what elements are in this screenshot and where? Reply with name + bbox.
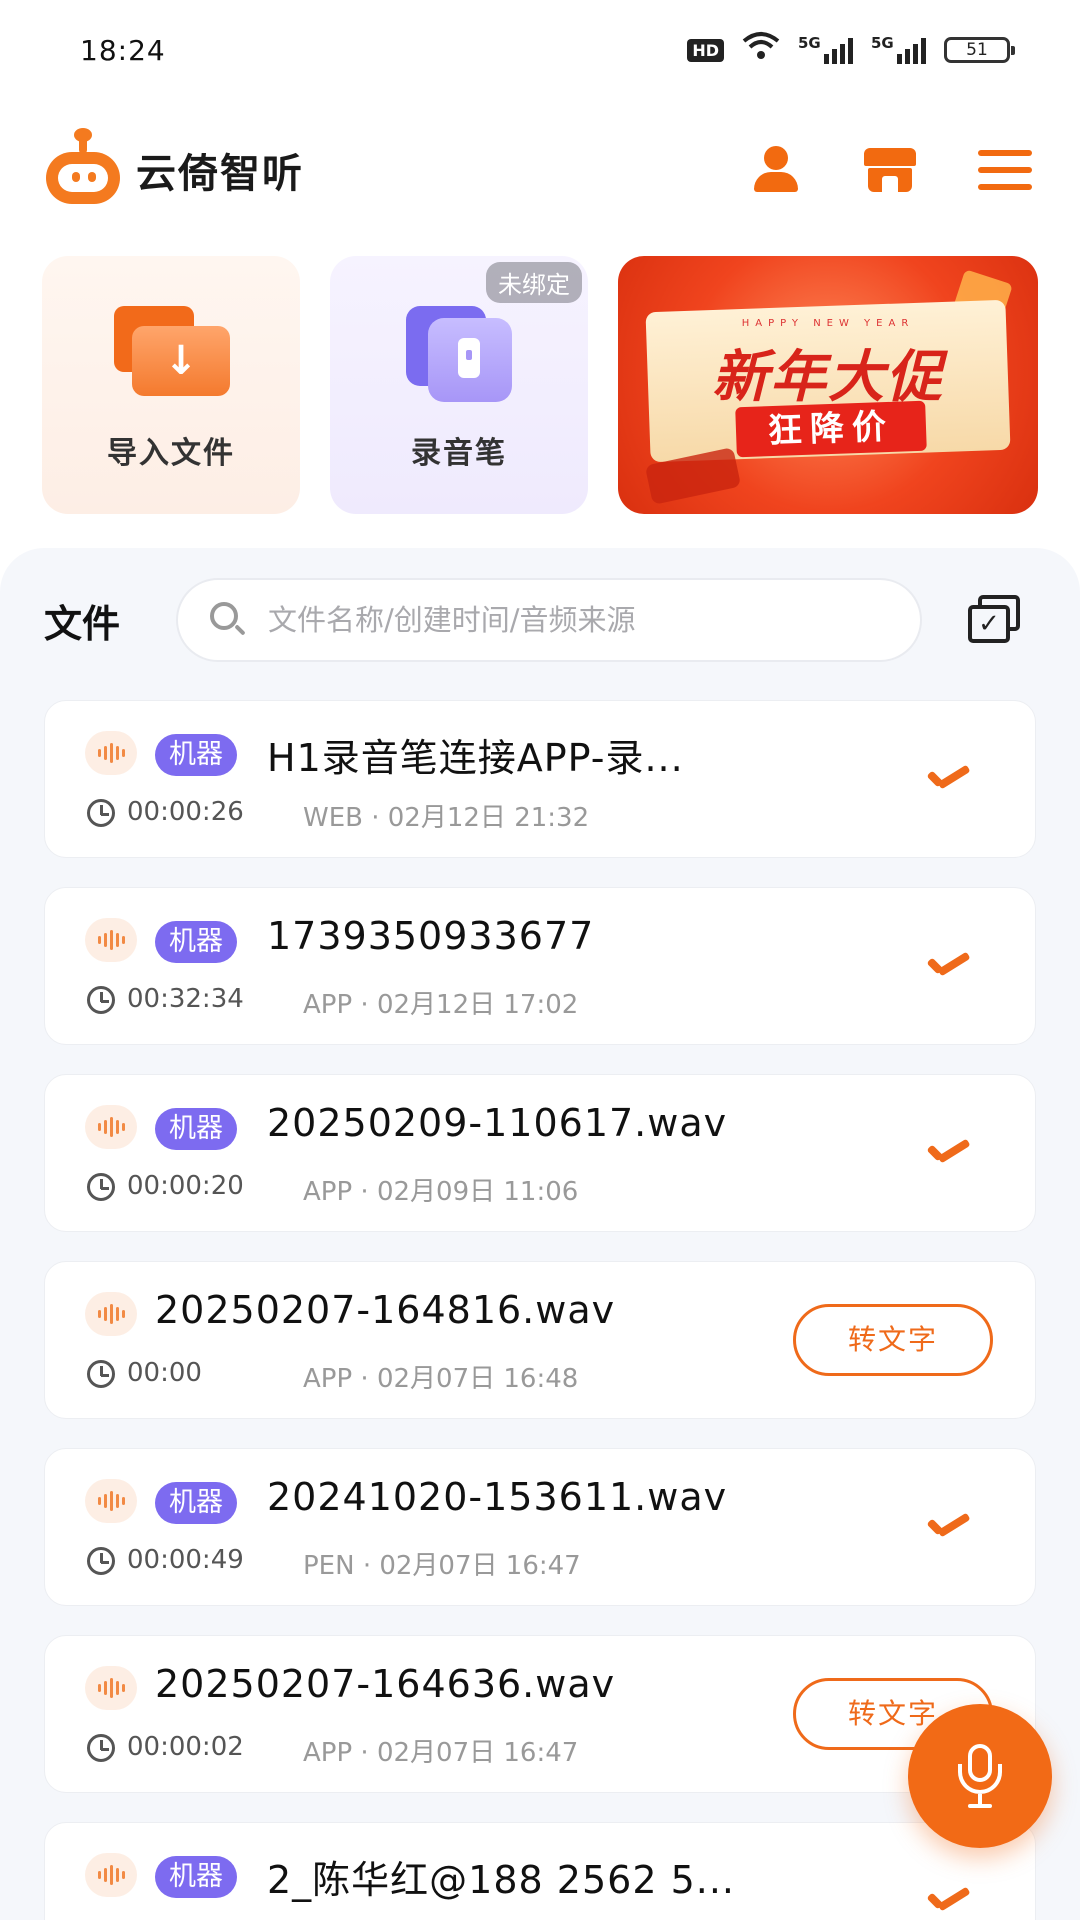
file-name: 20250209-110617.wav bbox=[267, 1101, 728, 1145]
store-icon[interactable] bbox=[862, 142, 918, 198]
record-button[interactable] bbox=[908, 1704, 1052, 1848]
file-name: 20241020-153611.wav bbox=[267, 1475, 728, 1519]
promo-title: 新年大促 bbox=[712, 345, 944, 410]
network-type-label: 5G bbox=[798, 34, 821, 52]
file-meta: APP · 02月07日 16:48 bbox=[303, 1364, 579, 1394]
check-icon bbox=[925, 1141, 971, 1167]
check-icon bbox=[925, 1515, 971, 1541]
network-type-label-2: 5G bbox=[871, 34, 894, 52]
status-time: 18:24 bbox=[80, 33, 166, 67]
brand: 云倚智听 bbox=[42, 128, 304, 210]
file-toolbar: 文件 ✓ bbox=[44, 578, 1034, 662]
file-meta: APP · 02月09日 11:06 bbox=[303, 1177, 579, 1207]
search-box[interactable] bbox=[176, 578, 922, 662]
file-card[interactable]: 20250207-164636.wav 00:00:02 APP · 02月07… bbox=[44, 1635, 1036, 1793]
clock-icon bbox=[87, 1360, 115, 1388]
app-header: 云倚智听 bbox=[0, 120, 1080, 220]
menu-icon[interactable] bbox=[976, 142, 1032, 198]
signal-icon-2: 5G bbox=[871, 34, 926, 64]
file-meta: APP · 02月07日 16:47 bbox=[303, 1738, 579, 1768]
audio-wave-icon bbox=[85, 731, 137, 775]
promo-subtitle: 狂降价 bbox=[735, 400, 927, 458]
signal-icon: 5G bbox=[798, 34, 853, 64]
file-card[interactable]: 机器 20250209-110617.wav 00:00:20 APP · 02… bbox=[44, 1074, 1036, 1232]
clock-icon bbox=[87, 1734, 115, 1762]
multi-select-icon[interactable]: ✓ bbox=[968, 595, 1022, 645]
check-icon bbox=[925, 1889, 971, 1915]
clock-icon bbox=[87, 986, 115, 1014]
machine-badge: 机器 bbox=[155, 734, 237, 776]
robot-logo-icon bbox=[42, 128, 124, 210]
hd-icon: HD bbox=[687, 38, 724, 62]
import-file-button[interactable]: ↓ 导入文件 bbox=[42, 256, 300, 514]
audio-wave-icon bbox=[85, 1853, 137, 1897]
microphone-icon bbox=[954, 1744, 1006, 1810]
search-icon bbox=[208, 600, 248, 640]
file-card[interactable]: 机器 H1录音笔连接APP-录... 00:00:26 WEB · 02月12日… bbox=[44, 700, 1036, 858]
status-icons: HD 5G 5G 51 bbox=[687, 31, 1015, 69]
folder-download-icon: ↓ bbox=[114, 306, 230, 396]
promo-banner[interactable]: HAPPY NEW YEAR 新年大促 狂降价 bbox=[618, 256, 1038, 514]
machine-badge: 机器 bbox=[155, 1482, 237, 1524]
file-name: H1录音笔连接APP-录... bbox=[267, 736, 684, 780]
file-duration: 00:00:20 bbox=[127, 1171, 244, 1201]
recorder-pen-label: 录音笔 bbox=[411, 436, 507, 471]
recorder-pen-icon bbox=[406, 306, 516, 402]
file-name: 1739350933677 bbox=[267, 914, 595, 958]
file-card[interactable]: 机器 2_陈华红@188 2562 5... bbox=[44, 1822, 1036, 1920]
audio-wave-icon bbox=[85, 1666, 137, 1710]
recorder-pen-button[interactable]: 未绑定 录音笔 bbox=[330, 256, 588, 514]
audio-wave-icon bbox=[85, 1105, 137, 1149]
search-input[interactable] bbox=[268, 603, 828, 637]
wifi-icon bbox=[742, 31, 780, 69]
file-card[interactable]: 20250207-164816.wav 00:00 APP · 02月07日 1… bbox=[44, 1261, 1036, 1419]
file-name: 2_陈华红@188 2562 5... bbox=[267, 1858, 735, 1902]
audio-wave-icon bbox=[85, 1292, 137, 1336]
file-card[interactable]: 机器 20241020-153611.wav 00:00:49 PEN · 02… bbox=[44, 1448, 1036, 1606]
file-name: 20250207-164636.wav bbox=[155, 1662, 616, 1706]
file-duration: 00:00:02 bbox=[127, 1732, 244, 1762]
check-icon bbox=[925, 767, 971, 793]
app-name: 云倚智听 bbox=[136, 151, 304, 197]
promo-small-text: HAPPY NEW YEAR bbox=[741, 318, 915, 329]
status-bar: 18:24 HD 5G 5G 51 bbox=[0, 0, 1080, 100]
file-duration: 00:00:26 bbox=[127, 797, 244, 827]
files-title: 文件 bbox=[44, 601, 121, 646]
clock-icon bbox=[87, 1547, 115, 1575]
file-duration: 00:00:49 bbox=[127, 1545, 244, 1575]
battery-icon: 51 bbox=[944, 37, 1015, 63]
file-panel: 文件 ✓ 机器 H1录音笔连接APP-录... 00:00:26 WEB · 0… bbox=[0, 548, 1080, 1920]
audio-wave-icon bbox=[85, 1479, 137, 1523]
file-meta: APP · 02月12日 17:02 bbox=[303, 990, 579, 1020]
audio-wave-icon bbox=[85, 918, 137, 962]
transcribe-button[interactable]: 转文字 bbox=[793, 1304, 993, 1376]
file-duration: 00:00 bbox=[127, 1358, 202, 1388]
file-list: 机器 H1录音笔连接APP-录... 00:00:26 WEB · 02月12日… bbox=[44, 700, 1036, 1920]
machine-badge: 机器 bbox=[155, 921, 237, 963]
unbound-badge: 未绑定 bbox=[486, 262, 582, 303]
user-icon[interactable] bbox=[748, 142, 804, 198]
machine-badge: 机器 bbox=[155, 1108, 237, 1150]
machine-badge: 机器 bbox=[155, 1856, 237, 1898]
file-meta: PEN · 02月07日 16:47 bbox=[303, 1551, 581, 1581]
import-file-label: 导入文件 bbox=[107, 436, 235, 471]
header-actions bbox=[748, 142, 1032, 198]
clock-icon bbox=[87, 1173, 115, 1201]
file-duration: 00:32:34 bbox=[127, 984, 244, 1014]
quick-actions: ↓ 导入文件 未绑定 录音笔 HAPPY NEW YEAR 新年大促 狂降价 bbox=[42, 256, 1038, 514]
check-icon bbox=[925, 954, 971, 980]
file-name: 20250207-164816.wav bbox=[155, 1288, 616, 1332]
clock-icon bbox=[87, 799, 115, 827]
file-meta: WEB · 02月12日 21:32 bbox=[303, 803, 590, 833]
file-card[interactable]: 机器 1739350933677 00:32:34 APP · 02月12日 1… bbox=[44, 887, 1036, 1045]
